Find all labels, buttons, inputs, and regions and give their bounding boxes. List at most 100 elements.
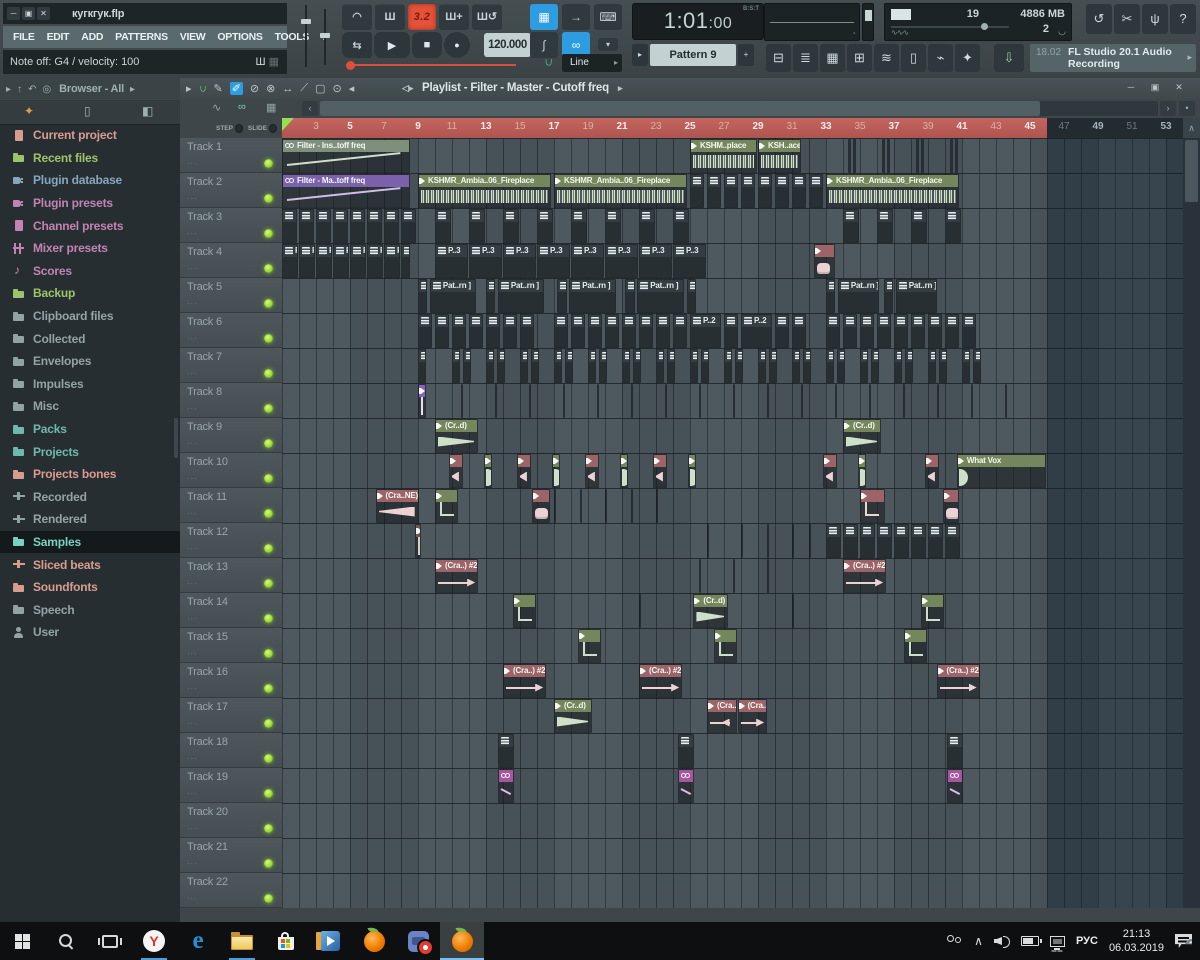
fl-studio-active-icon[interactable] xyxy=(440,922,484,960)
pattern-clip[interactable] xyxy=(894,349,902,383)
pattern-clip[interactable] xyxy=(792,314,806,348)
pattern-clip[interactable] xyxy=(605,209,621,243)
pattern-clip[interactable] xyxy=(282,209,297,243)
audio-clip[interactable]: (Cr..d) xyxy=(435,419,478,453)
pattern-clip[interactable]: P..2 xyxy=(741,314,772,348)
track-header[interactable]: Track 7... xyxy=(180,348,282,383)
pattern-clip[interactable] xyxy=(860,349,868,383)
edge-icon[interactable]: e xyxy=(176,922,220,960)
menu-item-options[interactable]: OPTIONS xyxy=(211,31,268,43)
pattern-clip[interactable] xyxy=(871,349,879,383)
dropdown-icon[interactable]: ▾ xyxy=(598,38,618,51)
playback-tool-icon[interactable]: ◂ xyxy=(349,82,355,95)
track-options[interactable]: ... xyxy=(187,891,198,901)
audio-clip[interactable] xyxy=(517,454,531,488)
automation-clip[interactable] xyxy=(498,769,514,803)
browser-search-icon[interactable]: ◎ xyxy=(42,84,51,95)
track-header[interactable]: Track 20... xyxy=(180,803,282,838)
pattern-clip[interactable] xyxy=(945,209,961,243)
audio-clip[interactable] xyxy=(513,594,536,628)
pattern-clip[interactable] xyxy=(588,349,596,383)
browser-panel-button[interactable]: ⊞ xyxy=(847,44,872,72)
pattern-clip[interactable]: P..3 xyxy=(333,244,349,278)
plugin-picker-button[interactable]: ⌁ xyxy=(928,44,953,72)
track-mute-led[interactable] xyxy=(264,369,273,378)
pattern-clip[interactable] xyxy=(678,734,694,768)
scroll-options-button[interactable]: • xyxy=(1179,101,1195,116)
pattern-clip[interactable] xyxy=(625,279,634,313)
pattern-clip[interactable] xyxy=(667,349,675,383)
playlist-close-icon[interactable]: ✕ xyxy=(1168,81,1190,94)
clip-marker[interactable] xyxy=(809,524,811,558)
pattern-clip[interactable] xyxy=(690,349,698,383)
typing-keyboard-toggle[interactable]: ▦ xyxy=(530,4,558,30)
pattern-clip[interactable] xyxy=(826,314,840,348)
pattern-clip[interactable] xyxy=(843,314,857,348)
pattern-clip[interactable] xyxy=(860,314,874,348)
pattern-clip[interactable] xyxy=(843,209,859,243)
audio-clip[interactable] xyxy=(552,454,560,488)
pattern-clip[interactable]: Pat..rn ] xyxy=(498,279,545,313)
track-mute-led[interactable] xyxy=(264,894,273,903)
undo-button[interactable]: ↺ xyxy=(1086,4,1112,34)
automation-clips-tab[interactable]: ∞ xyxy=(238,101,246,113)
sidebar-item-user[interactable]: User xyxy=(0,621,180,644)
network-icon[interactable] xyxy=(1050,936,1065,947)
pattern-clip[interactable] xyxy=(775,174,789,208)
fl-studio-icon[interactable] xyxy=(352,922,396,960)
pattern-add-button[interactable]: + xyxy=(738,44,754,66)
clip-marker[interactable] xyxy=(801,384,803,418)
pattern-clip[interactable] xyxy=(588,314,602,348)
pattern-clip[interactable]: Pat..rn ] xyxy=(637,279,684,313)
wait-button[interactable]: Ш xyxy=(375,4,405,30)
track-mute-led[interactable] xyxy=(264,159,273,168)
track-mute-led[interactable] xyxy=(264,544,273,553)
minimize-icon[interactable]: ─ xyxy=(7,7,20,20)
audio-clip[interactable]: (Cra..NE) xyxy=(376,489,419,523)
pattern-clip[interactable] xyxy=(724,174,738,208)
start-button[interactable] xyxy=(0,922,44,960)
pattern-clip[interactable]: P..3 xyxy=(367,244,383,278)
track-header[interactable]: Track 19... xyxy=(180,768,282,803)
pattern-clip[interactable] xyxy=(350,209,365,243)
clip-marker[interactable] xyxy=(529,384,531,418)
clip-marker[interactable] xyxy=(461,384,463,418)
pattern-clip[interactable]: P..2 xyxy=(690,314,721,348)
clip-marker[interactable] xyxy=(631,489,633,523)
track-options[interactable]: ... xyxy=(187,366,198,376)
clip-marker[interactable] xyxy=(665,384,667,418)
track-header[interactable]: Track 4... xyxy=(180,243,282,278)
vertical-scrollbar[interactable] xyxy=(1183,138,1200,908)
pattern-clip[interactable] xyxy=(707,174,721,208)
browser-tab-plugins[interactable]: ✦ xyxy=(24,104,34,118)
draw-tool-icon[interactable]: ✎ xyxy=(213,82,222,95)
pattern-clip[interactable] xyxy=(792,174,806,208)
track-header[interactable]: Track 1... xyxy=(180,138,282,173)
pattern-clip[interactable]: Pat..rn ] xyxy=(838,279,880,313)
pattern-clip[interactable] xyxy=(905,349,913,383)
pattern-clip[interactable] xyxy=(826,279,835,313)
browser-undo-icon[interactable]: ↶ xyxy=(28,84,36,95)
pattern-clip[interactable] xyxy=(877,314,891,348)
zoom-tool-icon[interactable]: ⊙ xyxy=(332,82,341,95)
clip-marker[interactable] xyxy=(631,384,633,418)
countdown-button[interactable]: Ш+ xyxy=(439,4,469,30)
pattern-clip[interactable] xyxy=(333,209,348,243)
audio-clip[interactable]: (Cra..) #2 xyxy=(738,699,768,733)
song-position-slider[interactable] xyxy=(346,61,516,69)
browser-up-icon[interactable]: ↑ xyxy=(17,84,22,95)
playlist-lanes[interactable]: Filter - Ins..toff freqKSHM..placeKSH..a… xyxy=(282,138,1183,908)
audio-clip[interactable] xyxy=(449,454,463,488)
clip-marker[interactable] xyxy=(767,384,769,418)
track-options[interactable]: ... xyxy=(187,191,198,201)
audio-clip[interactable]: KSHM..place xyxy=(690,139,757,173)
track-options[interactable]: ... xyxy=(187,261,198,271)
track-mute-led[interactable] xyxy=(264,649,273,658)
pattern-display[interactable]: Pattern 9 xyxy=(650,44,736,66)
notifications-icon[interactable]: 2 xyxy=(1175,934,1192,948)
clip-marker[interactable] xyxy=(903,384,905,418)
pattern-clips-tab[interactable]: ▦ xyxy=(266,101,276,114)
pattern-clip[interactable] xyxy=(554,314,568,348)
playlist-minimize-icon[interactable]: ─ xyxy=(1120,81,1142,94)
pattern-clip[interactable] xyxy=(622,314,636,348)
